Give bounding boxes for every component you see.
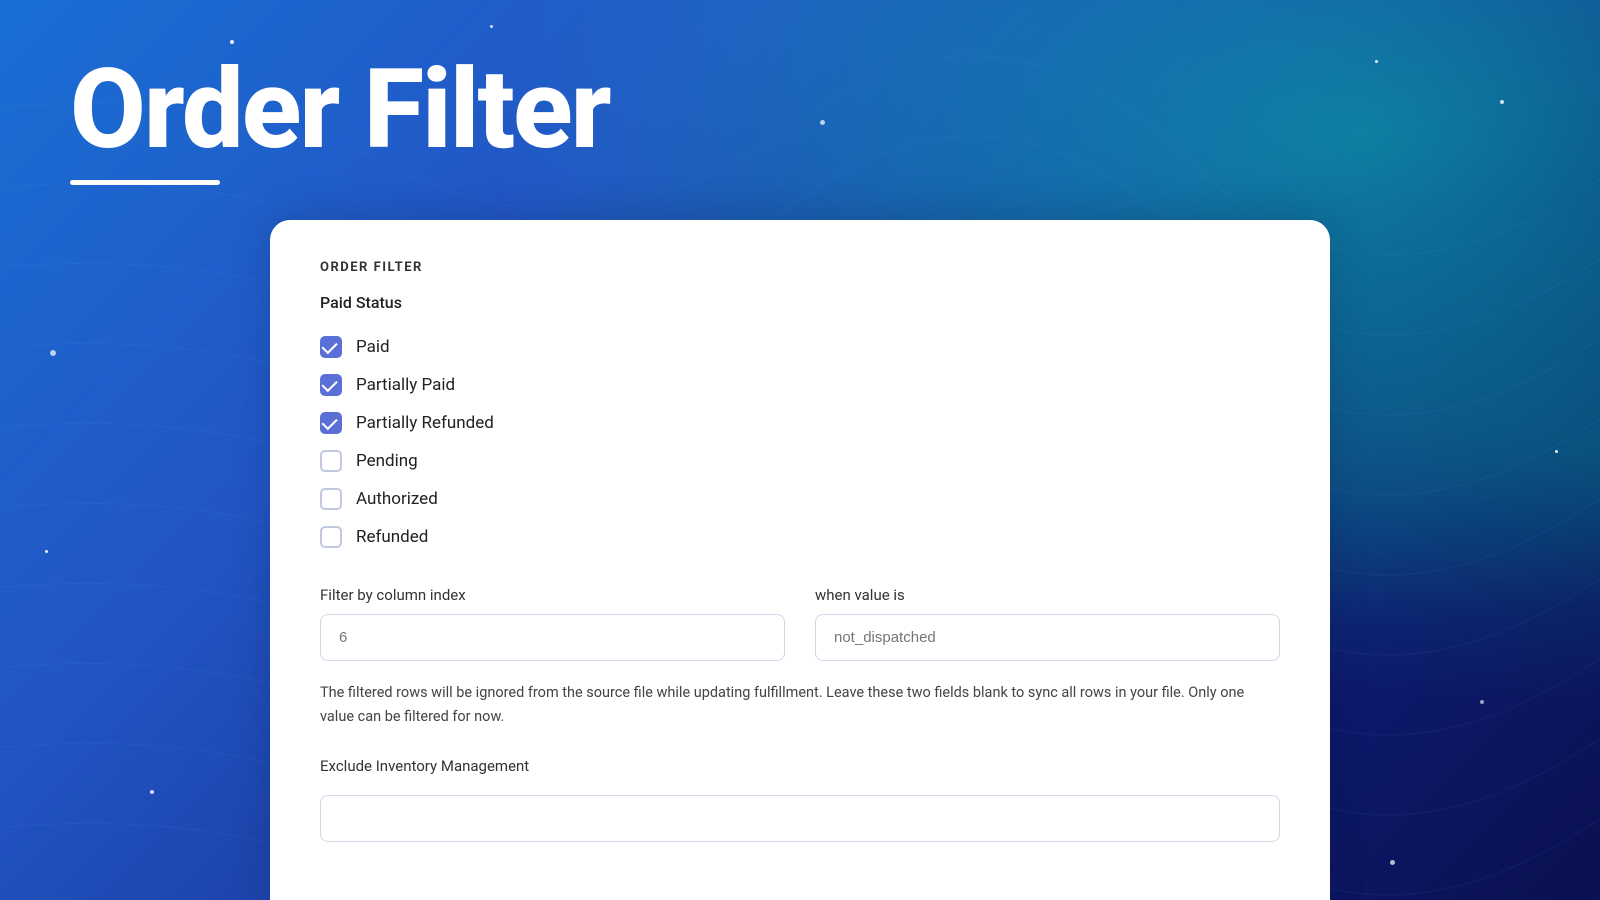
- checkbox-paid-box[interactable]: [320, 336, 342, 358]
- paid-status-label: Paid Status: [320, 293, 1280, 312]
- filter-column-input[interactable]: [320, 614, 785, 661]
- hero-area: Order Filter: [0, 0, 1600, 215]
- exclude-inventory-label: Exclude Inventory Management: [320, 757, 1280, 775]
- checkbox-pending[interactable]: Pending: [320, 442, 1280, 480]
- when-value-input[interactable]: [815, 614, 1280, 661]
- checkbox-refunded-box[interactable]: [320, 526, 342, 548]
- paid-status-checkboxes: Paid Partially Paid Partially Refunded P…: [320, 328, 1280, 556]
- filter-column-group: Filter by column index: [320, 586, 785, 661]
- checkbox-partially-paid[interactable]: Partially Paid: [320, 366, 1280, 404]
- checkbox-paid-label: Paid: [356, 337, 390, 357]
- page-title: Order Filter: [70, 55, 1530, 165]
- checkbox-partially-refunded-label: Partially Refunded: [356, 413, 494, 433]
- exclude-inventory-input[interactable]: [320, 795, 1280, 842]
- checkbox-refunded[interactable]: Refunded: [320, 518, 1280, 556]
- checkbox-authorized[interactable]: Authorized: [320, 480, 1280, 518]
- checkbox-authorized-box[interactable]: [320, 488, 342, 510]
- filter-column-label: Filter by column index: [320, 586, 785, 604]
- checkbox-paid[interactable]: Paid: [320, 328, 1280, 366]
- when-value-group: when value is: [815, 586, 1280, 661]
- section-label: ORDER FILTER: [320, 260, 1280, 275]
- when-value-label: when value is: [815, 586, 1280, 604]
- checkbox-pending-label: Pending: [356, 451, 418, 471]
- checkbox-refunded-label: Refunded: [356, 527, 428, 547]
- checkbox-partially-paid-box[interactable]: [320, 374, 342, 396]
- checkbox-authorized-label: Authorized: [356, 489, 438, 509]
- title-underline: [70, 180, 220, 185]
- filter-fields-row: Filter by column index when value is: [320, 586, 1280, 661]
- checkbox-pending-box[interactable]: [320, 450, 342, 472]
- checkbox-partially-refunded[interactable]: Partially Refunded: [320, 404, 1280, 442]
- exclude-inventory-group: Exclude Inventory Management: [320, 757, 1280, 842]
- helper-text: The filtered rows will be ignored from t…: [320, 681, 1280, 729]
- checkbox-partially-refunded-box[interactable]: [320, 412, 342, 434]
- checkbox-partially-paid-label: Partially Paid: [356, 375, 455, 395]
- card-container: ORDER FILTER Paid Status Paid Partially …: [270, 220, 1330, 900]
- filter-card: ORDER FILTER Paid Status Paid Partially …: [270, 220, 1330, 900]
